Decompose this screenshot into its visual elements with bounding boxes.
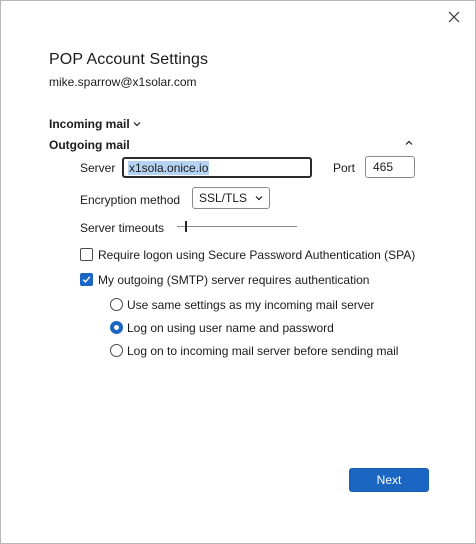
incoming-mail-label: Incoming mail <box>49 117 130 131</box>
spa-checkbox[interactable] <box>80 248 93 261</box>
encryption-method-value: SSL/TLS <box>199 191 248 205</box>
radio-same-settings-label: Use same settings as my incoming mail se… <box>127 298 375 312</box>
outgoing-mail-label: Outgoing mail <box>49 138 130 152</box>
server-input-value: x1sola.onice.io <box>128 160 210 175</box>
chevron-up-icon <box>405 140 413 145</box>
next-button[interactable]: Next <box>349 468 429 492</box>
smtp-auth-label: My outgoing (SMTP) server requires authe… <box>98 273 370 287</box>
chevron-down-icon <box>133 122 141 127</box>
radio-logon-incoming-first-label: Log on to incoming mail server before se… <box>127 344 399 358</box>
close-icon <box>448 11 460 23</box>
outgoing-mail-collapse-button[interactable] <box>405 140 417 150</box>
radio-logon-username-password[interactable] <box>110 321 123 334</box>
server-timeouts-slider-thumb[interactable] <box>185 221 188 232</box>
incoming-mail-toggle[interactable]: Incoming mail <box>49 117 141 131</box>
port-input[interactable]: 465 <box>365 156 415 178</box>
account-email: mike.sparrow@x1solar.com <box>49 75 197 89</box>
radio-logon-incoming-first[interactable] <box>110 344 123 357</box>
pop-account-settings-dialog: POP Account Settings mike.sparrow@x1sola… <box>0 0 476 544</box>
server-timeouts-label: Server timeouts <box>80 221 165 235</box>
close-button[interactable] <box>443 7 465 27</box>
port-label: Port <box>333 161 356 175</box>
encryption-method-select[interactable]: SSL/TLS <box>192 187 270 209</box>
server-label: Server <box>80 161 116 175</box>
smtp-auth-checkbox[interactable] <box>80 273 93 286</box>
checkmark-icon <box>82 276 91 283</box>
radio-same-settings[interactable] <box>110 298 123 311</box>
dialog-title: POP Account Settings <box>49 51 209 68</box>
spa-label: Require logon using Secure Password Auth… <box>98 248 416 262</box>
port-input-value: 465 <box>373 160 394 174</box>
radio-logon-username-password-label: Log on using user name and password <box>127 321 334 335</box>
server-input[interactable]: x1sola.onice.io <box>122 157 312 178</box>
next-button-label: Next <box>376 473 402 487</box>
server-timeouts-slider-track[interactable] <box>177 226 297 227</box>
dropdown-chevron-icon <box>255 196 263 201</box>
outgoing-mail-header: Outgoing mail <box>49 138 130 152</box>
encryption-method-label: Encryption method <box>80 193 181 207</box>
